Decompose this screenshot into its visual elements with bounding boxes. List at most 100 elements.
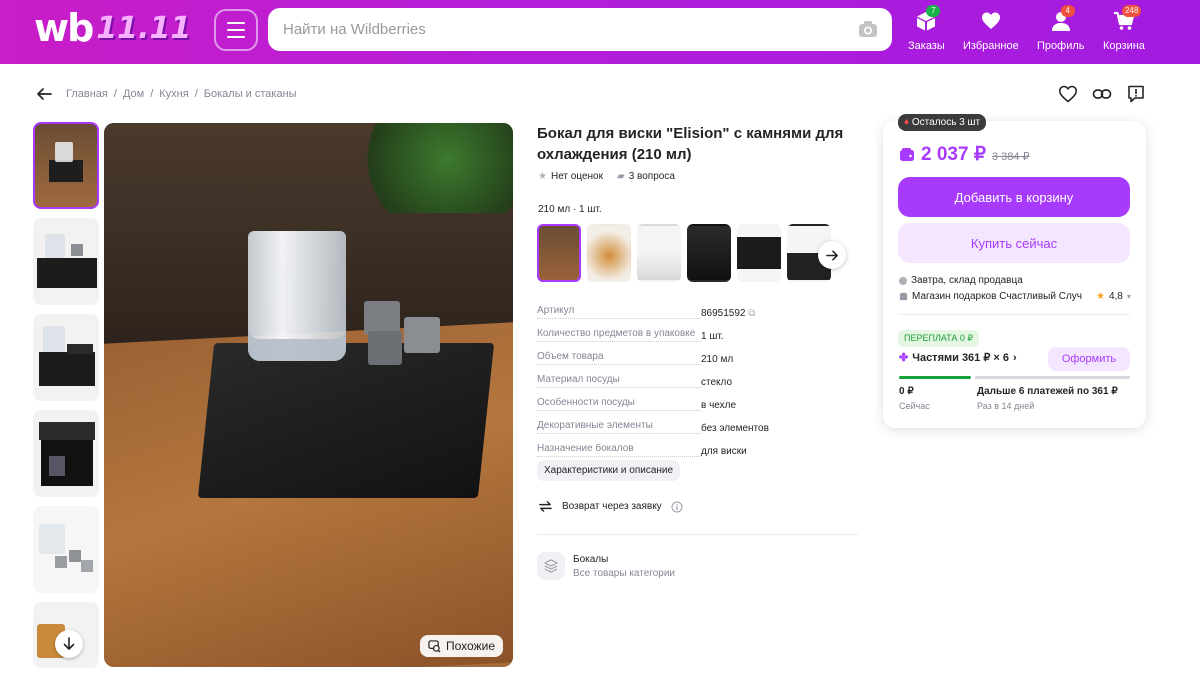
- logo-text: wb: [34, 6, 94, 50]
- rating-link[interactable]: ★ Нет оценок: [538, 171, 603, 182]
- buy-now-button[interactable]: Купить сейчас: [898, 223, 1130, 263]
- chevron-right-icon: ›: [1013, 351, 1017, 364]
- apply-installment-button[interactable]: Оформить: [1048, 347, 1130, 371]
- product-actions: [1058, 84, 1146, 104]
- thumbnail-list: [33, 122, 99, 677]
- nav-cart[interactable]: 248 Корзина: [1103, 5, 1145, 52]
- spec-row: Назначение бокалов для виски: [537, 442, 857, 457]
- similar-icon: [428, 639, 441, 652]
- pay-later: Дальше 6 платежей по 361 ₽ Раз в 14 дней: [977, 386, 1118, 411]
- orders-badge: 7: [926, 5, 941, 17]
- variant-swatch[interactable]: [537, 224, 581, 282]
- installments-icon: ✤: [899, 352, 909, 364]
- rating-row: ★ Нет оценок ▰ 3 вопроса: [538, 171, 675, 182]
- thumbnail-image[interactable]: [33, 218, 99, 305]
- copy-icon[interactable]: ⧉: [748, 308, 755, 319]
- camera-icon[interactable]: [858, 20, 878, 38]
- rating-text: Нет оценок: [550, 171, 603, 182]
- thumbnail-image[interactable]: [33, 602, 99, 668]
- divider: [898, 314, 1130, 315]
- spec-value: в чехле: [701, 400, 737, 411]
- menu-button[interactable]: [214, 9, 258, 51]
- similar-label: Похожие: [446, 639, 495, 653]
- installments-link[interactable]: ✤ Частями 361 ₽ × 6 ›: [899, 351, 1017, 365]
- seller-name: Магазин подарков Счастливый Случ: [912, 291, 1082, 302]
- chevron-down-icon: ▾: [1126, 292, 1131, 301]
- cart-badge: 248: [1121, 5, 1142, 17]
- logo[interactable]: wb 11.11: [34, 6, 191, 50]
- breadcrumb-item[interactable]: Главная: [66, 88, 108, 100]
- arrow-down-icon: [63, 637, 75, 650]
- spec-value: для виски: [701, 446, 747, 457]
- spec-row: Декоративные элементы без элементов: [537, 419, 857, 434]
- category-link[interactable]: Бокалы Все товары категории: [537, 552, 675, 580]
- thumbnail-image[interactable]: [33, 122, 99, 209]
- spec-row: Материал посуды стекло: [537, 373, 857, 388]
- variant-swatch[interactable]: [587, 224, 631, 282]
- swatches-next-button[interactable]: [818, 241, 846, 269]
- report-icon[interactable]: [1126, 84, 1146, 104]
- seller-info[interactable]: Магазин подарков Счастливый Случ ★ 4,8 ▾: [899, 291, 1131, 302]
- specs-table: Артикул 86951592 ⧉ Количество предметов в…: [537, 304, 857, 465]
- breadcrumb-item[interactable]: Бокалы и стаканы: [204, 88, 297, 100]
- nav-profile-label: Профиль: [1037, 40, 1085, 52]
- questions-link[interactable]: ▰ 3 вопроса: [617, 171, 675, 182]
- search-input[interactable]: [268, 8, 828, 51]
- return-info[interactable]: Возврат через заявку: [538, 499, 683, 514]
- shop-icon: [899, 292, 908, 301]
- breadcrumb-item[interactable]: Кухня: [159, 88, 188, 100]
- nav-orders[interactable]: 7 Заказы: [908, 5, 945, 52]
- category-subtitle: Все товары категории: [573, 567, 676, 579]
- breadcrumb-item[interactable]: Дом: [123, 88, 144, 100]
- heart-icon: [981, 12, 1000, 29]
- pay-now: 0 ₽ Сейчас: [899, 386, 930, 411]
- chat-icon: ▰: [616, 171, 625, 182]
- favorite-heart-icon[interactable]: [1058, 84, 1078, 104]
- divider: [537, 534, 858, 535]
- thumbnail-image[interactable]: [33, 506, 99, 593]
- thumbnail-image[interactable]: [33, 410, 99, 497]
- category-icon: [537, 552, 565, 580]
- main-product-image[interactable]: Похожие: [104, 123, 513, 667]
- price-block: 2 037 ₽ 3 384 ₽: [899, 143, 1030, 166]
- share-link-icon[interactable]: [1092, 84, 1112, 104]
- spec-row: Особенности посуды в чехле: [537, 396, 857, 411]
- spec-value: 1 шт.: [701, 331, 724, 342]
- spec-value: 210 мл: [701, 354, 734, 365]
- spec-key: Объем товара: [537, 350, 701, 365]
- breadcrumb: Главная / Дом / Кухня / Бокалы и стаканы: [36, 86, 297, 102]
- installments-text: Частями 361 ₽ × 6: [912, 352, 1010, 364]
- arrow-right-icon: [825, 250, 838, 260]
- spec-row: Артикул 86951592 ⧉: [537, 304, 857, 319]
- promo-logo: 11.11: [96, 10, 192, 46]
- spec-key: Количество предметов в упаковке: [537, 327, 701, 342]
- spec-value: без элементов: [701, 423, 769, 434]
- add-to-cart-button[interactable]: Добавить в корзину: [898, 177, 1130, 217]
- current-price: 2 037 ₽: [921, 144, 986, 165]
- variant-swatch[interactable]: [687, 224, 731, 282]
- similar-button[interactable]: Похожие: [420, 635, 503, 657]
- specs-description-button[interactable]: Характеристики и описание: [537, 460, 681, 481]
- spec-value[interactable]: 86951592 ⧉: [701, 308, 857, 319]
- delivery-icon: [899, 276, 907, 285]
- nav-profile[interactable]: 4 Профиль: [1037, 5, 1085, 52]
- delivery-info: Завтра, склад продавца: [899, 275, 1023, 286]
- variant-swatch[interactable]: [637, 224, 681, 282]
- installment-progress: [899, 376, 1130, 379]
- overpay-badge: ПЕРЕПЛАТА 0 ₽: [898, 330, 980, 347]
- profile-badge: 4: [1060, 5, 1075, 17]
- return-text: Возврат через заявку: [562, 501, 662, 512]
- back-arrow-icon[interactable]: [36, 86, 52, 102]
- return-arrows-icon: [539, 501, 552, 512]
- variant-label: 210 мл · 1 шт.: [538, 204, 602, 215]
- nav-favorites[interactable]: Избранное: [963, 6, 1019, 52]
- spec-key: Назначение бокалов: [537, 442, 701, 457]
- variant-swatch[interactable]: [737, 224, 781, 282]
- spec-row: Количество предметов в упаковке 1 шт.: [537, 327, 857, 342]
- info-icon[interactable]: [671, 501, 683, 513]
- seller-rating: 4,8: [1108, 291, 1123, 302]
- header: wb 11.11 7 Заказы Избранное 4 Профиль 24…: [0, 0, 1200, 64]
- thumbnail-image[interactable]: [33, 314, 99, 401]
- search-bar: [268, 8, 892, 51]
- stock-badge: ♦ Осталось 3 шт: [898, 114, 987, 131]
